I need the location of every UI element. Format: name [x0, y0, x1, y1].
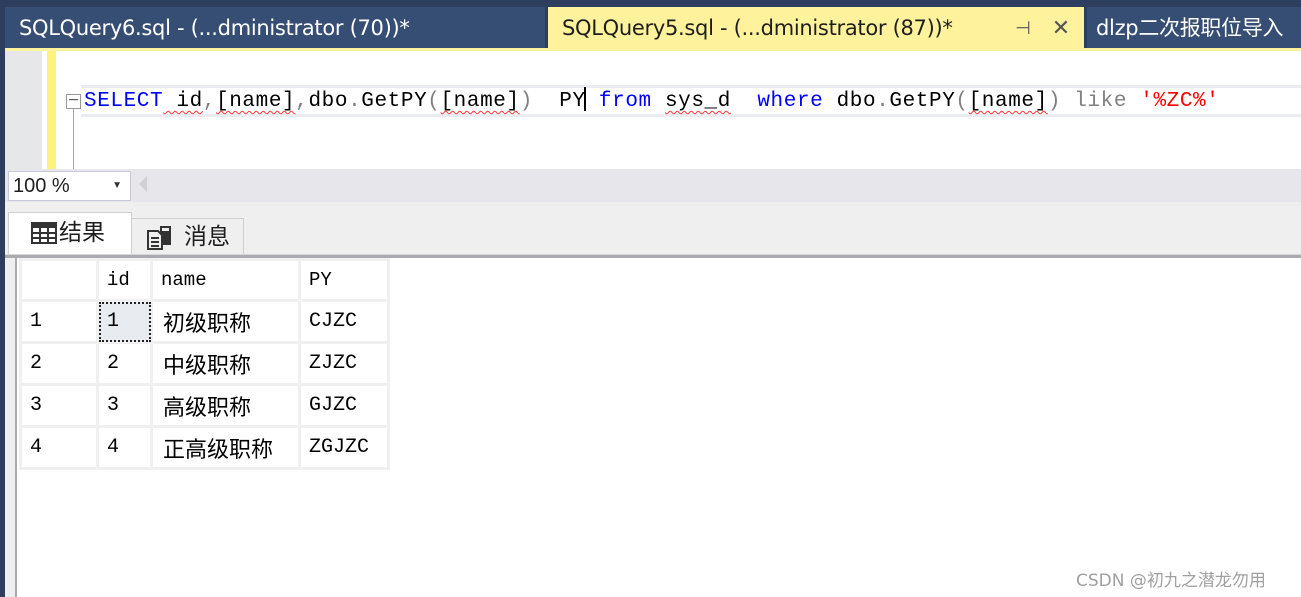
cell-name[interactable]: 高级职称	[150, 383, 301, 428]
token-paren: (	[427, 90, 441, 113]
column-header-name[interactable]: name	[150, 258, 301, 302]
cell-id[interactable]: 4	[96, 425, 153, 470]
tab-results-label: 结果	[59, 220, 105, 246]
row-number[interactable]: 3	[19, 383, 99, 428]
column-name: [name]	[968, 90, 1048, 113]
column-name: [name]	[216, 90, 296, 113]
column-header-py[interactable]: PY	[298, 258, 390, 302]
document-tab-strip: SQLQuery6.sql - (...dministrator (70))* …	[0, 0, 1301, 50]
function-getpy: GetPY	[361, 90, 428, 113]
row-number[interactable]: 2	[19, 341, 99, 386]
tab-sqlquery5[interactable]: SQLQuery5.sql - (...dministrator (87))*	[548, 7, 1084, 48]
cell-name[interactable]: 正高级职称	[150, 425, 301, 470]
cell-id[interactable]: 1	[96, 299, 153, 344]
cell-py[interactable]: ZGJZC	[298, 425, 390, 470]
tab-results[interactable]: 结果	[8, 212, 132, 255]
outline-guide	[73, 109, 74, 169]
collapse-icon[interactable]: −	[66, 93, 81, 109]
token-id: id	[163, 90, 203, 113]
table-row[interactable]: 3 3 高级职称 GJZC	[19, 383, 390, 428]
column-id: id	[163, 90, 203, 113]
string-literal: '%ZC%'	[1127, 90, 1220, 113]
change-tracking-bar	[47, 51, 56, 169]
cell-id[interactable]: 3	[96, 383, 153, 428]
column-header-id[interactable]: id	[96, 258, 153, 302]
sql-code-line[interactable]: SELECT id,[name],dbo.GetPY([name]) PY fr…	[84, 87, 1219, 116]
table-row[interactable]: 4 4 正高级职称 ZGJZC	[19, 425, 390, 470]
keyword-where: where	[730, 90, 824, 113]
cell-name[interactable]: 中级职称	[150, 341, 301, 386]
sql-editor[interactable]: − SELECT id,[name],dbo.GetPY([name]) PY …	[5, 51, 1301, 169]
cell-id[interactable]: 2	[96, 341, 153, 386]
token-paren: )	[519, 90, 533, 113]
schema-dbo: dbo	[823, 90, 877, 113]
editor-zoom-bar: 100 % ▼	[5, 169, 1301, 202]
column-name: [name]	[440, 90, 520, 113]
token-comma: ,	[295, 90, 309, 113]
token-paren: )	[1047, 90, 1062, 113]
table-sys-d: sys_d	[664, 90, 731, 113]
token-comma: ,	[202, 90, 217, 113]
function-getpy: GetPY	[889, 90, 956, 113]
schema-dbo: dbo	[308, 90, 349, 113]
token-paren: (	[955, 90, 969, 113]
messages-icon	[147, 226, 171, 250]
tab-dlzp-import[interactable]: dlzp二次报职位导入	[1087, 7, 1301, 48]
token-dot: .	[348, 90, 362, 113]
keyword-from: from	[585, 90, 652, 113]
scroll-left-arrow-icon[interactable]	[139, 176, 147, 192]
cell-py[interactable]: ZJZC	[298, 341, 390, 386]
zoom-level-value: 100 %	[13, 175, 70, 197]
keyword-select: SELECT	[84, 90, 164, 113]
table-row[interactable]: 1 1 初级职称 CJZC	[19, 299, 390, 344]
results-tab-strip: 结果 消息	[5, 202, 1301, 255]
editor-gutter	[5, 51, 42, 169]
row-header-corner[interactable]	[19, 258, 99, 302]
cell-py[interactable]: CJZC	[298, 299, 390, 344]
tab-sqlquery6[interactable]: SQLQuery6.sql - (...dministrator (70))*	[5, 7, 545, 48]
alias-py: PY	[532, 90, 586, 113]
pin-icon[interactable]: ⊣	[1013, 7, 1033, 48]
tab-messages-label: 消息	[184, 224, 230, 250]
tab-messages[interactable]: 消息	[131, 218, 244, 255]
results-grid-area[interactable]: id name PY 1 1 初级职称 CJZC 2 2 中级职称 ZJZC 3…	[15, 258, 1301, 597]
close-icon[interactable]: ✕	[1049, 7, 1073, 48]
row-number[interactable]: 4	[19, 425, 99, 470]
grid-header-row: id name PY	[19, 258, 390, 302]
grid-icon	[31, 222, 57, 244]
watermark: CSDN @初九之潜龙勿用	[1076, 571, 1266, 591]
token-dot: .	[876, 90, 890, 113]
keyword-like: like	[1061, 90, 1128, 113]
chevron-down-icon[interactable]: ▼	[112, 172, 122, 200]
cell-name[interactable]: 初级职称	[150, 299, 301, 344]
table-row[interactable]: 2 2 中级职称 ZJZC	[19, 341, 390, 386]
results-grid[interactable]: id name PY 1 1 初级职称 CJZC 2 2 中级职称 ZJZC 3…	[19, 258, 390, 470]
cell-py[interactable]: GJZC	[298, 383, 390, 428]
zoom-level-select[interactable]: 100 % ▼	[8, 171, 131, 201]
results-pane: 结果 消息 id name PY 1 1 初级职称 CJZC 2 2 中级职称 …	[5, 202, 1301, 597]
row-number[interactable]: 1	[19, 299, 99, 344]
